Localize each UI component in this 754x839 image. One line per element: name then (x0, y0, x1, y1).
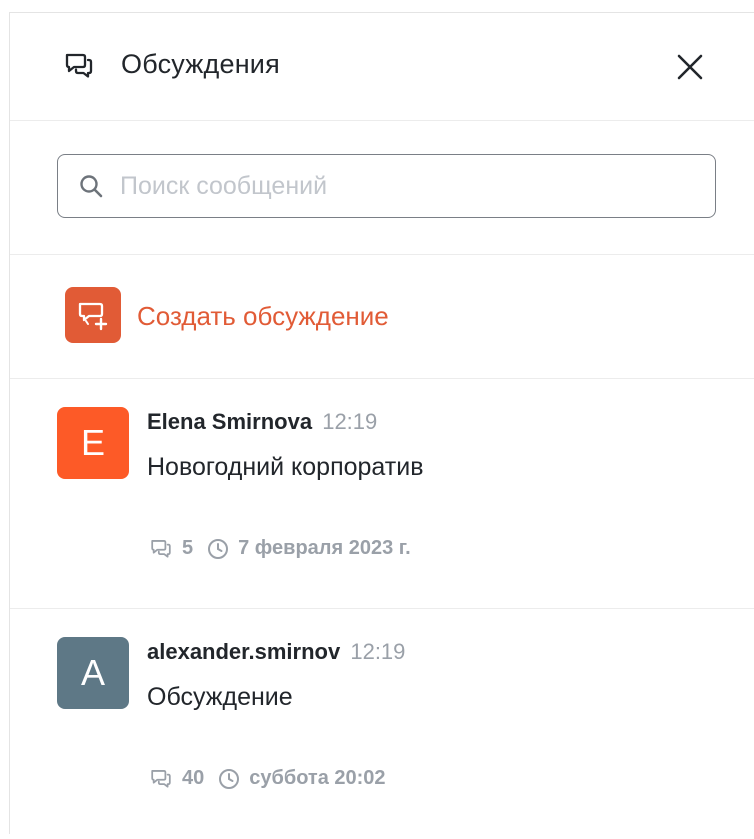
message-time: 12:19 (322, 409, 378, 434)
discussion-subject: Обсуждение (147, 683, 293, 711)
panel-header: Обсуждения (10, 13, 754, 121)
discussion-item[interactable]: A alexander.smirnov 12:19 Обсуждение 40 … (10, 609, 754, 839)
discussion-subject: Новогодний корпоратив (147, 453, 424, 481)
search-section (10, 121, 754, 255)
replies-count: 40 (182, 767, 205, 789)
replies-count: 5 (182, 537, 194, 559)
message-time: 12:19 (350, 639, 406, 664)
discussions-icon (65, 53, 93, 78)
close-button[interactable] (672, 49, 708, 85)
author-name: alexander.smirnov (147, 639, 341, 664)
clock-icon (208, 538, 229, 559)
replies-icon (151, 769, 171, 788)
discussion-meta: 5 7 февраля 2023 г. (149, 537, 411, 560)
search-icon (80, 175, 103, 198)
create-discussion-button[interactable]: Создать обсуждение (10, 255, 754, 379)
discussion-item[interactable]: E Elena Smirnova 12:19 Новогодний корпор… (10, 379, 754, 609)
clock-icon (219, 768, 240, 789)
create-discussion-icon (65, 287, 121, 343)
avatar: E (57, 407, 129, 479)
discussions-panel: Обсуждения Создать обсуждение E (9, 12, 754, 834)
search-box[interactable] (57, 154, 716, 218)
avatar: A (57, 637, 129, 709)
replies-icon (151, 539, 171, 558)
panel-title: Обсуждения (121, 49, 280, 79)
create-discussion-label: Создать обсуждение (137, 301, 389, 331)
author-name: Elena Smirnova (147, 409, 313, 434)
last-activity: суббота 20:02 (249, 767, 386, 789)
close-icon (677, 54, 703, 80)
last-activity: 7 февраля 2023 г. (238, 537, 411, 559)
discussion-meta: 40 суббота 20:02 (149, 767, 386, 790)
search-input[interactable] (118, 170, 682, 202)
